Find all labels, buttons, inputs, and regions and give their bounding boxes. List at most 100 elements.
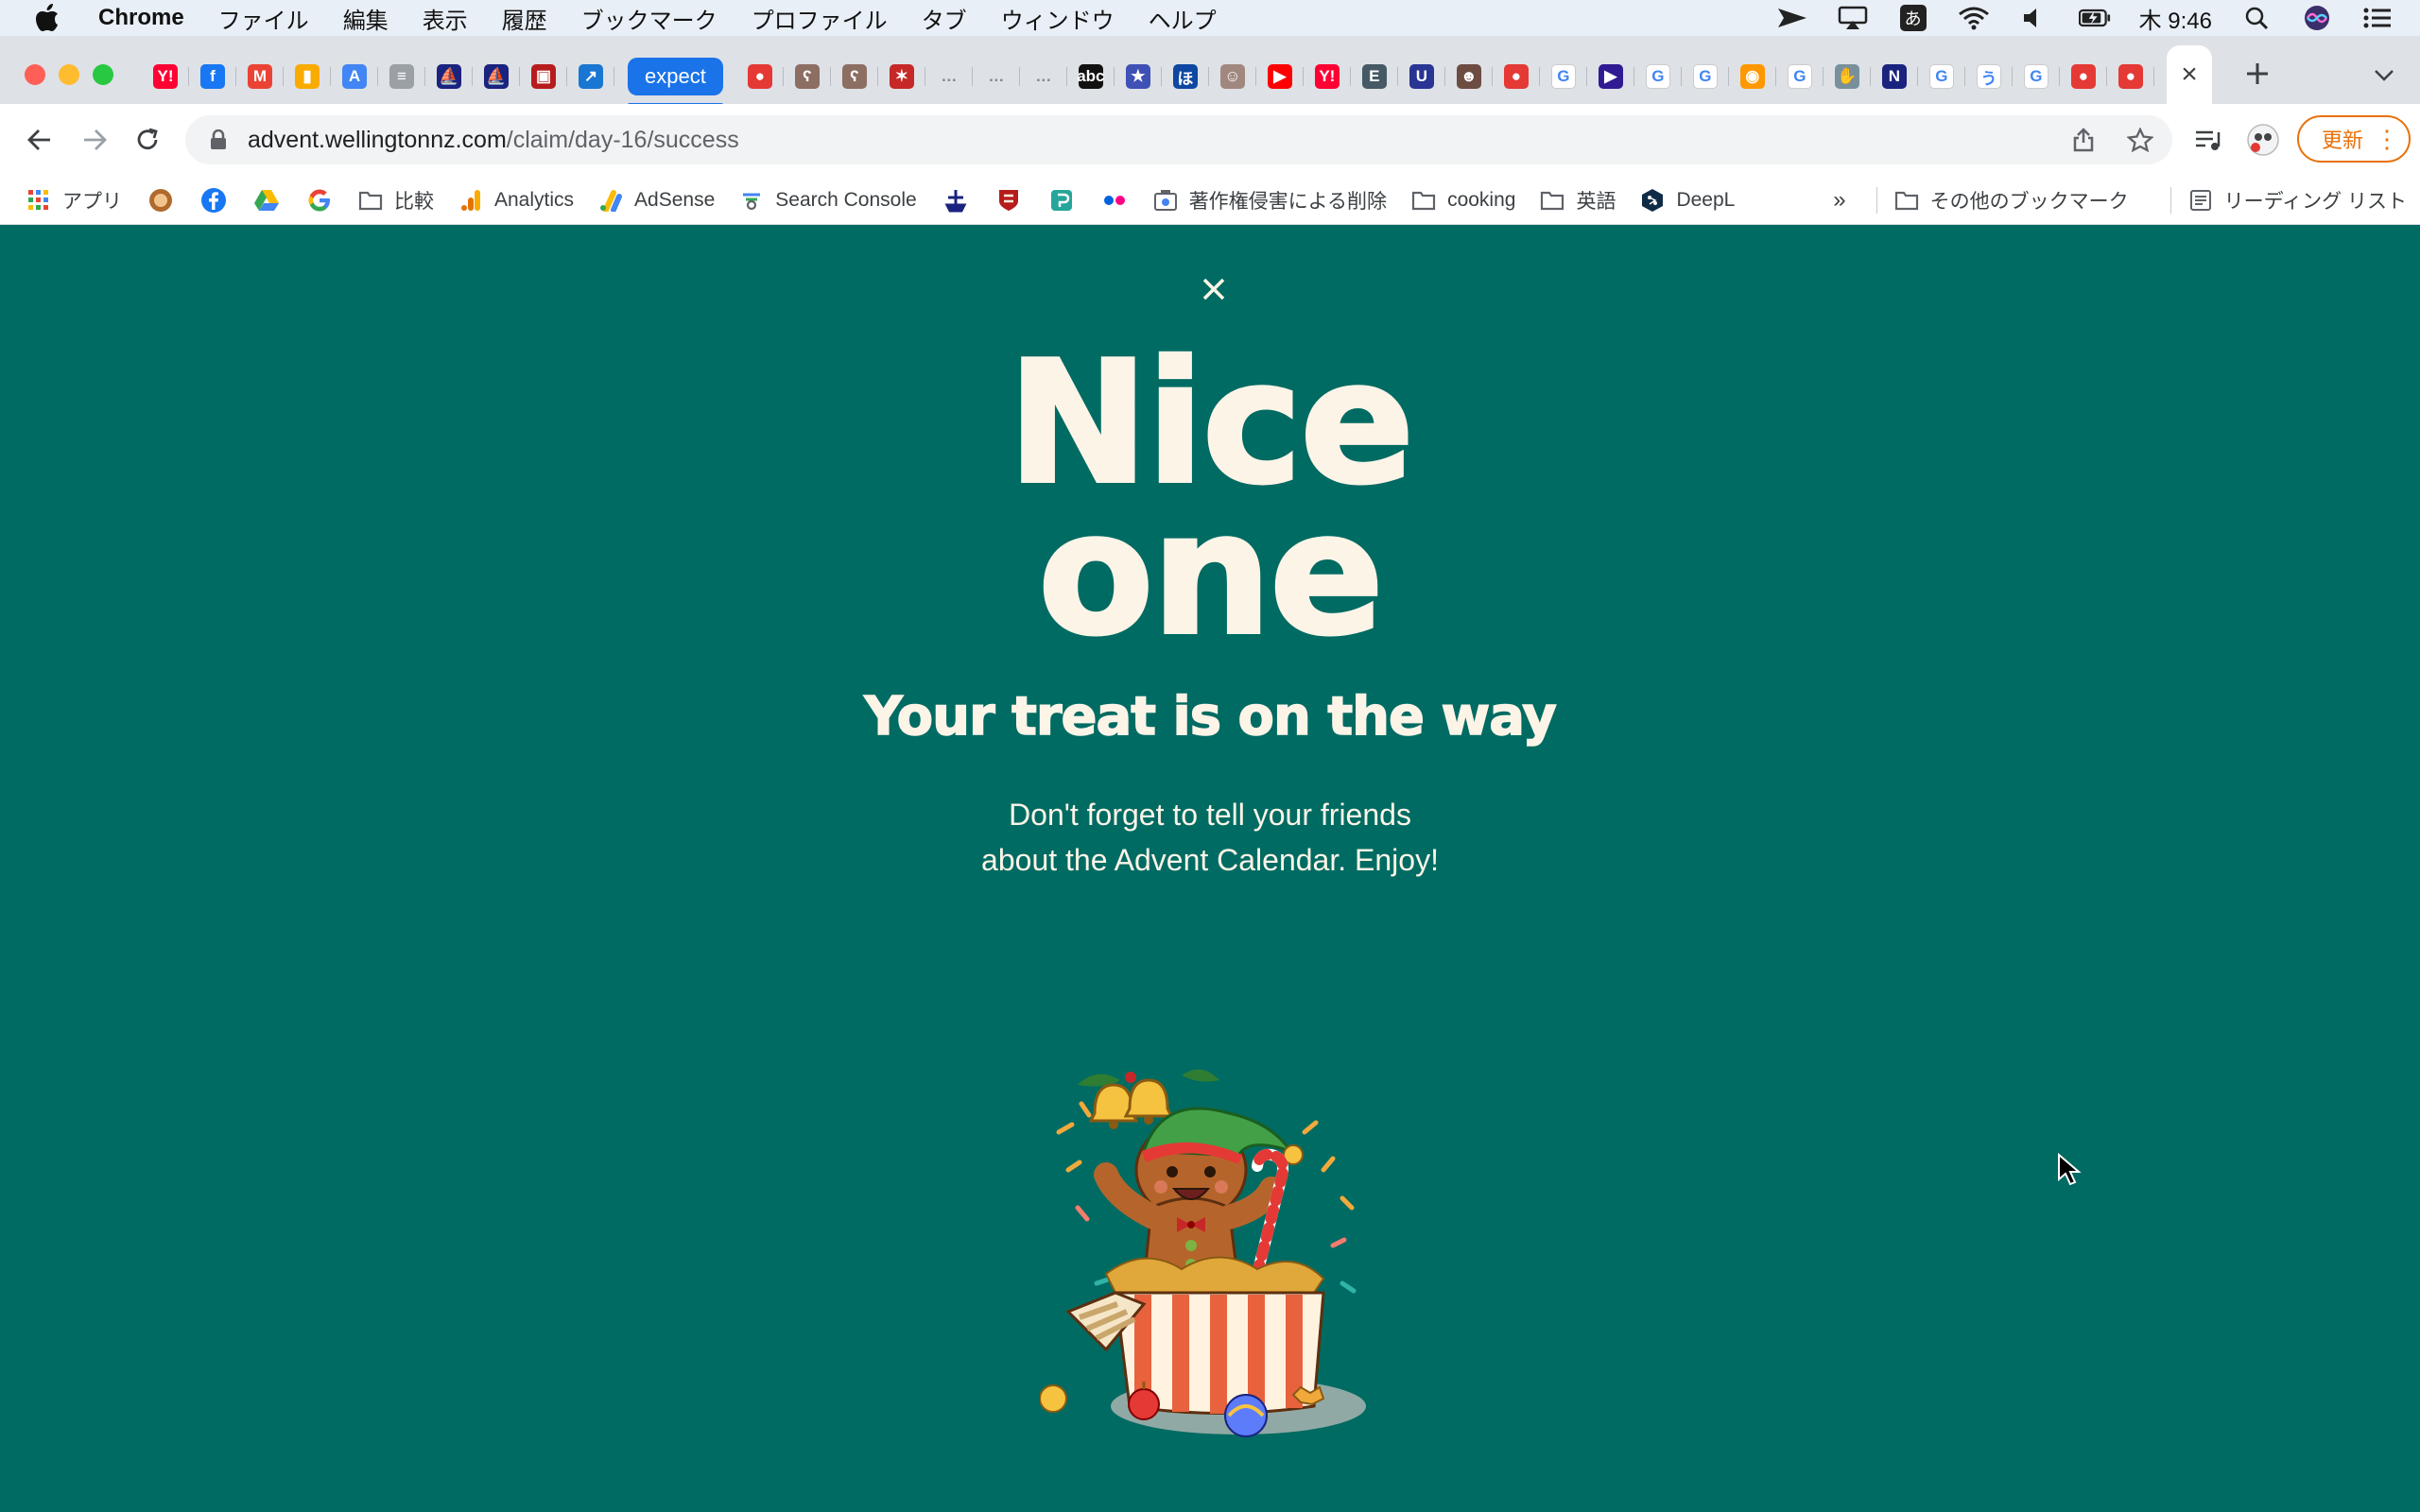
tab-a-9[interactable]: ↗ xyxy=(567,56,614,97)
siri-icon[interactable] xyxy=(2301,6,2333,30)
bookmark-star-icon[interactable] xyxy=(2121,121,2159,159)
bookmark-ship-icon[interactable] xyxy=(942,186,970,215)
window-minimize-button[interactable] xyxy=(59,64,79,85)
tab-a-2[interactable]: M xyxy=(236,56,284,97)
bookmark-adsense[interactable]: AdSense xyxy=(598,188,715,213)
tab-b-17[interactable]: G xyxy=(1540,56,1587,97)
tab-b-12[interactable]: Y! xyxy=(1304,56,1351,97)
bookmark-flickr-icon[interactable] xyxy=(1100,186,1129,215)
reading-list-button[interactable]: リーディング リスト xyxy=(2188,186,2407,215)
tab-a-4[interactable]: A xyxy=(331,56,378,97)
reload-button[interactable] xyxy=(129,121,166,159)
bookmark-folder-cooking[interactable]: cooking xyxy=(1411,188,1515,213)
tab-b-0[interactable]: ● xyxy=(736,56,784,97)
bookmark-crest-icon[interactable] xyxy=(994,186,1023,215)
bookmark-search-console[interactable]: Search Console xyxy=(739,188,917,213)
tab-b-22[interactable]: G xyxy=(1776,56,1824,97)
bookmarks-overflow-button[interactable]: » xyxy=(1833,187,1845,214)
input-method-icon[interactable]: あ xyxy=(1897,5,1929,31)
bookmark-green-icon[interactable] xyxy=(1047,186,1076,215)
tab-a-3[interactable]: ▮ xyxy=(284,56,331,97)
bookmark-facebook-icon[interactable] xyxy=(199,186,228,215)
tab-b-16[interactable]: ● xyxy=(1493,56,1540,97)
tab-a-7[interactable]: ⛵ xyxy=(473,56,520,97)
tab-b-26[interactable]: う xyxy=(1965,56,2013,97)
tab-b-14[interactable]: U xyxy=(1398,56,1445,97)
tab-b-27[interactable]: G xyxy=(2013,56,2060,97)
tab-b-20[interactable]: G xyxy=(1682,56,1729,97)
close-tab-icon[interactable]: × xyxy=(2181,59,2198,91)
tab-b-29[interactable]: ● xyxy=(2107,56,2154,97)
spotlight-search-icon[interactable] xyxy=(2240,6,2273,30)
volume-icon[interactable] xyxy=(2018,6,2050,30)
menu-edit[interactable]: 編集 xyxy=(343,2,389,35)
bookmark-apps[interactable]: アプリ xyxy=(26,186,122,215)
menu-app-name[interactable]: Chrome xyxy=(98,5,184,31)
bookmark-coin-icon[interactable] xyxy=(147,186,175,215)
tab-group-label[interactable]: expect xyxy=(628,58,723,107)
airplay-icon[interactable] xyxy=(1837,6,1869,30)
tab-b-3[interactable]: ✶ xyxy=(878,56,925,97)
close-button[interactable] xyxy=(1195,270,1233,308)
media-control-icon[interactable] xyxy=(2189,121,2227,159)
tab-b-11[interactable]: ▶ xyxy=(1256,56,1304,97)
tab-b-13[interactable]: E xyxy=(1351,56,1398,97)
menubar-clock[interactable]: 木 9:46 xyxy=(2139,2,2212,35)
send-arrow-icon[interactable] xyxy=(1776,6,1808,30)
tab-search-button[interactable] xyxy=(2367,59,2401,93)
tab-a-6[interactable]: ⛵ xyxy=(425,56,473,97)
update-button[interactable]: 更新 ⋮ xyxy=(2297,115,2411,163)
forward-button[interactable] xyxy=(76,121,113,159)
bookmark-folder-eigo[interactable]: 英語 xyxy=(1540,186,1616,215)
window-zoom-button[interactable] xyxy=(93,64,113,85)
tab-a-0[interactable]: Y! xyxy=(142,56,189,97)
tab-a-8[interactable]: ▣ xyxy=(520,56,567,97)
bookmark-other-bookmarks[interactable]: その他のブックマーク xyxy=(1894,186,2129,215)
share-icon[interactable] xyxy=(2065,121,2102,159)
menu-profiles[interactable]: プロファイル xyxy=(752,2,888,35)
tab-b-9[interactable]: ほ xyxy=(1162,56,1209,97)
battery-icon[interactable] xyxy=(2078,6,2111,30)
tab-b-6[interactable]: … xyxy=(1020,56,1067,97)
tab-b-25[interactable]: G xyxy=(1918,56,1965,97)
bookmark-google-icon[interactable] xyxy=(305,186,334,215)
tab-b-2[interactable]: ʕ xyxy=(831,56,878,97)
tab-b-28[interactable]: ● xyxy=(2060,56,2107,97)
tab-b-4[interactable]: … xyxy=(925,56,973,97)
bookmark-deepl[interactable]: DeepL xyxy=(1640,188,1735,213)
tab-b-23[interactable]: ✋ xyxy=(1824,56,1871,97)
tab-b-8[interactable]: ★ xyxy=(1115,56,1162,97)
menu-bookmarks[interactable]: ブックマーク xyxy=(581,2,717,35)
menu-file[interactable]: ファイル xyxy=(218,2,309,35)
control-center-icon[interactable] xyxy=(2361,6,2394,30)
tab-b-24[interactable]: N xyxy=(1871,56,1918,97)
menu-help[interactable]: ヘルプ xyxy=(1149,2,1217,35)
tab-b-21[interactable]: ◉ xyxy=(1729,56,1776,97)
tab-b-19[interactable]: G xyxy=(1634,56,1682,97)
new-tab-button[interactable] xyxy=(2238,55,2276,93)
active-tab[interactable]: × xyxy=(2167,45,2212,104)
wifi-icon[interactable] xyxy=(1958,6,1990,30)
tab-b-15[interactable]: ☻ xyxy=(1445,56,1493,97)
tab-a-1[interactable]: f xyxy=(189,56,236,97)
menu-window[interactable]: ウィンドウ xyxy=(1001,2,1115,35)
menu-view[interactable]: 表示 xyxy=(423,2,468,35)
profile-avatar-icon[interactable] xyxy=(2244,121,2282,159)
tab-b-18[interactable]: ▶ xyxy=(1587,56,1634,97)
lock-icon[interactable] xyxy=(210,129,227,150)
address-bar[interactable]: advent.wellingtonnz.com/claim/day-16/suc… xyxy=(185,115,2172,164)
bookmark-folder-hikaku[interactable]: 比較 xyxy=(358,186,434,215)
bookmark-drive-icon[interactable] xyxy=(252,186,281,215)
tab-b-10[interactable]: ☺ xyxy=(1209,56,1256,97)
tab-b-1[interactable]: ʕ xyxy=(784,56,831,97)
bookmark-copyright-removal[interactable]: 著作権侵害による削除 xyxy=(1153,186,1387,215)
tab-a-5[interactable]: ≡ xyxy=(378,56,425,97)
bookmark-analytics[interactable]: Analytics xyxy=(458,188,574,213)
window-close-button[interactable] xyxy=(25,64,45,85)
back-button[interactable] xyxy=(21,121,59,159)
tab-b-5[interactable]: … xyxy=(973,56,1020,97)
more-menu-icon[interactable]: ⋮ xyxy=(2375,125,2399,153)
tab-b-7[interactable]: abc xyxy=(1067,56,1115,97)
menu-tab[interactable]: タブ xyxy=(922,2,967,35)
menu-history[interactable]: 履歴 xyxy=(502,2,547,35)
